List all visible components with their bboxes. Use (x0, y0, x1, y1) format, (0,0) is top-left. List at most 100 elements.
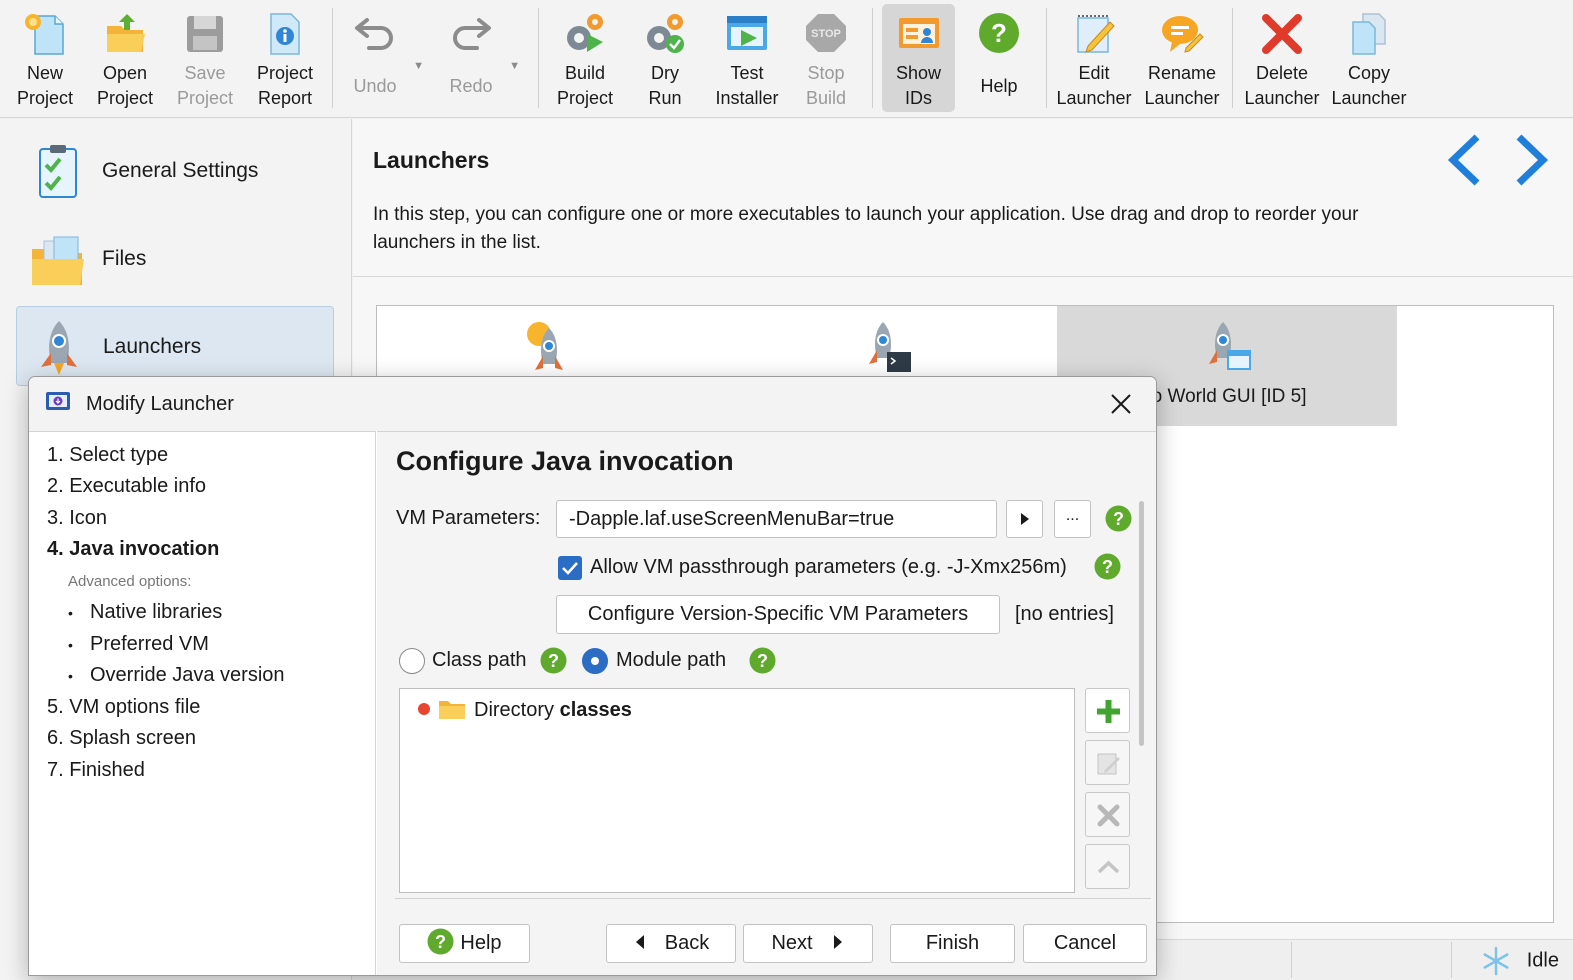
rocket-icon (41, 321, 77, 375)
project-report-button[interactable]: Project Report (246, 4, 324, 112)
next-step-icon[interactable] (1509, 133, 1553, 187)
build-project-button[interactable]: Build Project (546, 4, 624, 112)
step-override-java-version[interactable]: • Override Java version (68, 664, 285, 687)
step-select-type[interactable]: 1. Select type (47, 444, 168, 467)
new-project-label: New Project (16, 63, 74, 108)
list-item[interactable]: Directory classes (418, 695, 632, 725)
edit-entry-button[interactable] (1085, 740, 1130, 785)
svg-text:?: ? (548, 651, 559, 671)
launcher-rocket-sun-icon (527, 322, 563, 370)
class-path-radio[interactable] (399, 648, 425, 674)
vm-parameters-input[interactable] (556, 500, 997, 538)
scrollbar-thumb[interactable] (1139, 501, 1144, 746)
edit-launcher-button[interactable]: Edit Launcher (1054, 4, 1134, 112)
sidebar-item-launchers[interactable]: Launchers (16, 306, 334, 386)
sidebar-item-files[interactable]: Files (16, 219, 334, 299)
content-scrollbar[interactable] (1136, 497, 1150, 897)
dialog-titlebar[interactable]: Modify Launcher (29, 377, 1156, 431)
toolbar-separator (1232, 8, 1233, 108)
close-icon[interactable] (1108, 391, 1134, 417)
undo-label: Undo (353, 76, 397, 96)
step-finished[interactable]: 7. Finished (47, 759, 145, 782)
entry-prefix: Directory (474, 699, 555, 721)
new-project-button[interactable]: New Project (6, 4, 84, 112)
step-preferred-vm[interactable]: • Preferred VM (68, 633, 209, 656)
dry-run-button[interactable]: Dry Run (626, 4, 704, 112)
step-icon[interactable]: 3. Icon (47, 507, 107, 530)
svg-text:?: ? (435, 932, 446, 952)
passthrough-checkbox[interactable] (558, 556, 582, 580)
redo-dropdown-icon[interactable]: ▼ (509, 54, 520, 79)
module-path-label[interactable]: Module path (616, 649, 726, 672)
undo-button[interactable]: Undo ▼ (338, 4, 424, 112)
svg-text:?: ? (991, 18, 1007, 48)
save-project-label: Save Project (176, 63, 234, 108)
help-label: Help (460, 932, 502, 954)
bullet-icon: • (68, 605, 73, 621)
passthrough-label[interactable]: Allow VM passthrough parameters (e.g. -J… (590, 556, 1067, 579)
test-installer-button[interactable]: Test Installer (706, 4, 788, 112)
undo-dropdown-icon[interactable]: ▼ (413, 54, 424, 79)
next-button[interactable]: Next (743, 924, 873, 963)
save-project-button[interactable]: Save Project (166, 4, 244, 112)
open-project-button[interactable]: Open Project (86, 4, 164, 112)
step-java-invocation[interactable]: 4. Java invocation (47, 538, 219, 561)
step-navigation (1443, 133, 1553, 187)
redo-arrow-icon (453, 18, 491, 50)
page-title: Launchers (373, 147, 490, 173)
previous-step-icon[interactable] (1443, 133, 1487, 187)
svg-text:?: ? (757, 651, 768, 671)
delete-launcher-label: Delete Launcher (1244, 63, 1320, 108)
move-up-button[interactable] (1085, 844, 1130, 889)
help-question-icon[interactable]: ? (540, 647, 567, 674)
error-dot-icon (418, 703, 430, 715)
cancel-button[interactable]: Cancel (1023, 924, 1147, 963)
launcher-rocket-gui-icon (1209, 322, 1251, 370)
step-label: Override Java version (90, 664, 285, 686)
module-path-list[interactable]: Directory classes (399, 688, 1075, 893)
add-entry-button[interactable] (1085, 688, 1130, 733)
redo-button[interactable]: Redo ▼ (434, 4, 520, 112)
status-separator (1451, 942, 1452, 978)
main-toolbar: New Project Open Project Save Project Pr… (0, 0, 1573, 118)
configure-version-vm-parameters-button[interactable]: Configure Version-Specific VM Parameters (556, 595, 1000, 634)
svg-text:STOP: STOP (811, 28, 841, 40)
help-question-icon[interactable]: ? (1094, 553, 1121, 580)
step-splash-screen[interactable]: 6. Splash screen (47, 727, 196, 750)
rename-launcher-label: Rename Launcher (1144, 63, 1220, 108)
step-vm-options-file[interactable]: 5. VM options file (47, 696, 200, 719)
step-label: Native libraries (90, 601, 223, 623)
back-button[interactable]: Back (606, 924, 736, 963)
rename-launcher-button[interactable]: Rename Launcher (1136, 4, 1228, 112)
help-label: Help (980, 76, 1018, 96)
stop-build-button[interactable]: STOP Stop Build (790, 4, 862, 112)
version-params-status: [no entries] (1015, 603, 1114, 625)
help-button[interactable]: ? Help (399, 924, 530, 963)
vm-parameters-edit-button[interactable]: ... (1054, 500, 1091, 538)
delete-x-icon (1262, 14, 1302, 54)
snowflake-icon (1483, 946, 1509, 976)
help-question-icon: ? (979, 13, 1019, 53)
ellipsis-label: ... (1065, 507, 1080, 524)
help-button[interactable]: ? Help (962, 4, 1036, 112)
sidebar-item-general-settings[interactable]: General Settings (16, 131, 334, 211)
help-question-icon[interactable]: ? (749, 647, 776, 674)
help-question-icon[interactable]: ? (1105, 505, 1132, 532)
plus-icon (1097, 700, 1120, 723)
step-native-libraries[interactable]: • Native libraries (68, 601, 222, 624)
finish-button[interactable]: Finish (890, 924, 1015, 963)
remove-entry-button[interactable] (1085, 792, 1130, 837)
delete-launcher-button[interactable]: Delete Launcher (1240, 4, 1324, 112)
show-ids-toggle[interactable]: Show IDs (882, 4, 955, 112)
app-window-icon (46, 392, 70, 410)
vm-parameters-insert-button[interactable] (1006, 500, 1043, 538)
step-executable-info[interactable]: 2. Executable info (47, 475, 206, 498)
help-question-icon: ? (427, 928, 454, 955)
sidebar-item-label: Files (102, 247, 147, 270)
play-arrow-icon (1021, 513, 1029, 525)
module-path-radio[interactable] (582, 648, 608, 674)
dialog-title: Modify Launcher (86, 393, 234, 415)
class-path-label[interactable]: Class path (432, 649, 527, 672)
report-info-icon (270, 13, 300, 55)
copy-launcher-button[interactable]: Copy Launcher (1326, 4, 1412, 112)
